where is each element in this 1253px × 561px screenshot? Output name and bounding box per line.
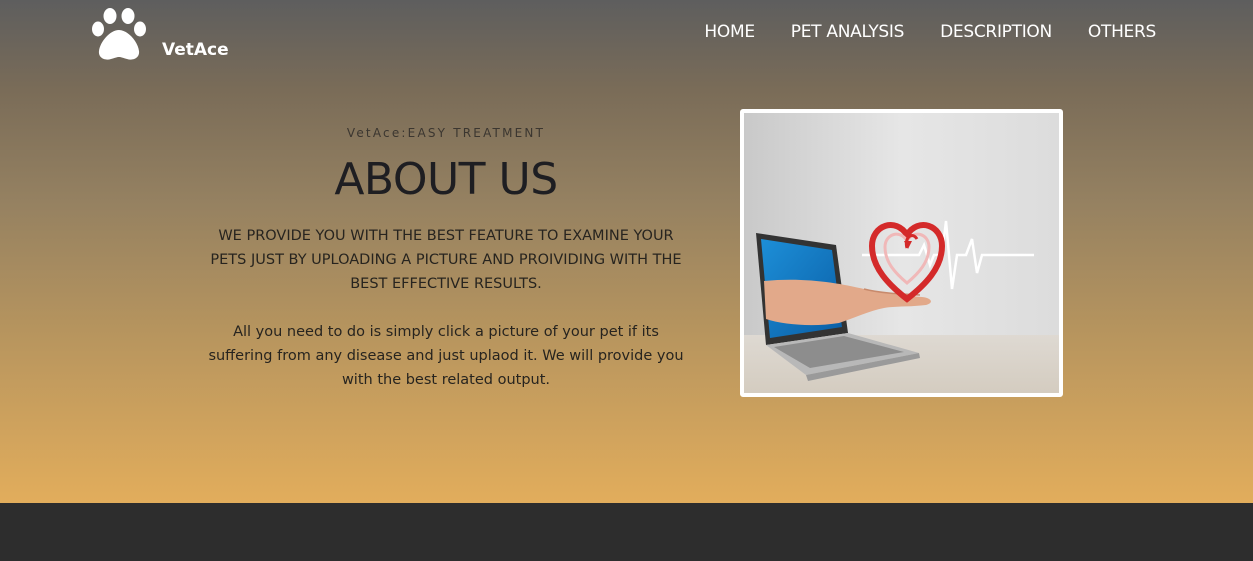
about-text: VetAce:EASY TREATMENT ABOUT US WE PROVID… bbox=[205, 126, 687, 392]
nav-pet-analysis[interactable]: PET ANALYSIS bbox=[791, 22, 905, 42]
laptop-heart-illustration bbox=[744, 113, 1059, 393]
page-title: ABOUT US bbox=[334, 154, 558, 205]
tagline: VetAce:EASY TREATMENT bbox=[346, 126, 546, 140]
main-nav: HOME PET ANALYSIS DESCRIPTION OTHERS bbox=[668, 22, 1156, 42]
brand-name: VetAce bbox=[162, 40, 229, 60]
brand-logo-link[interactable]: VetAce bbox=[88, 8, 229, 62]
nav-others[interactable]: OTHERS bbox=[1088, 22, 1156, 42]
paw-icon bbox=[92, 8, 146, 60]
nav-description[interactable]: DESCRIPTION bbox=[940, 22, 1052, 42]
body-paragraph: All you need to do is simply click a pic… bbox=[208, 324, 684, 388]
about-image bbox=[740, 109, 1063, 397]
nav-home[interactable]: HOME bbox=[704, 22, 755, 42]
footer-band bbox=[0, 503, 1253, 561]
lead-paragraph: WE PROVIDE YOU WITH THE BEST FEATURE TO … bbox=[210, 228, 682, 292]
